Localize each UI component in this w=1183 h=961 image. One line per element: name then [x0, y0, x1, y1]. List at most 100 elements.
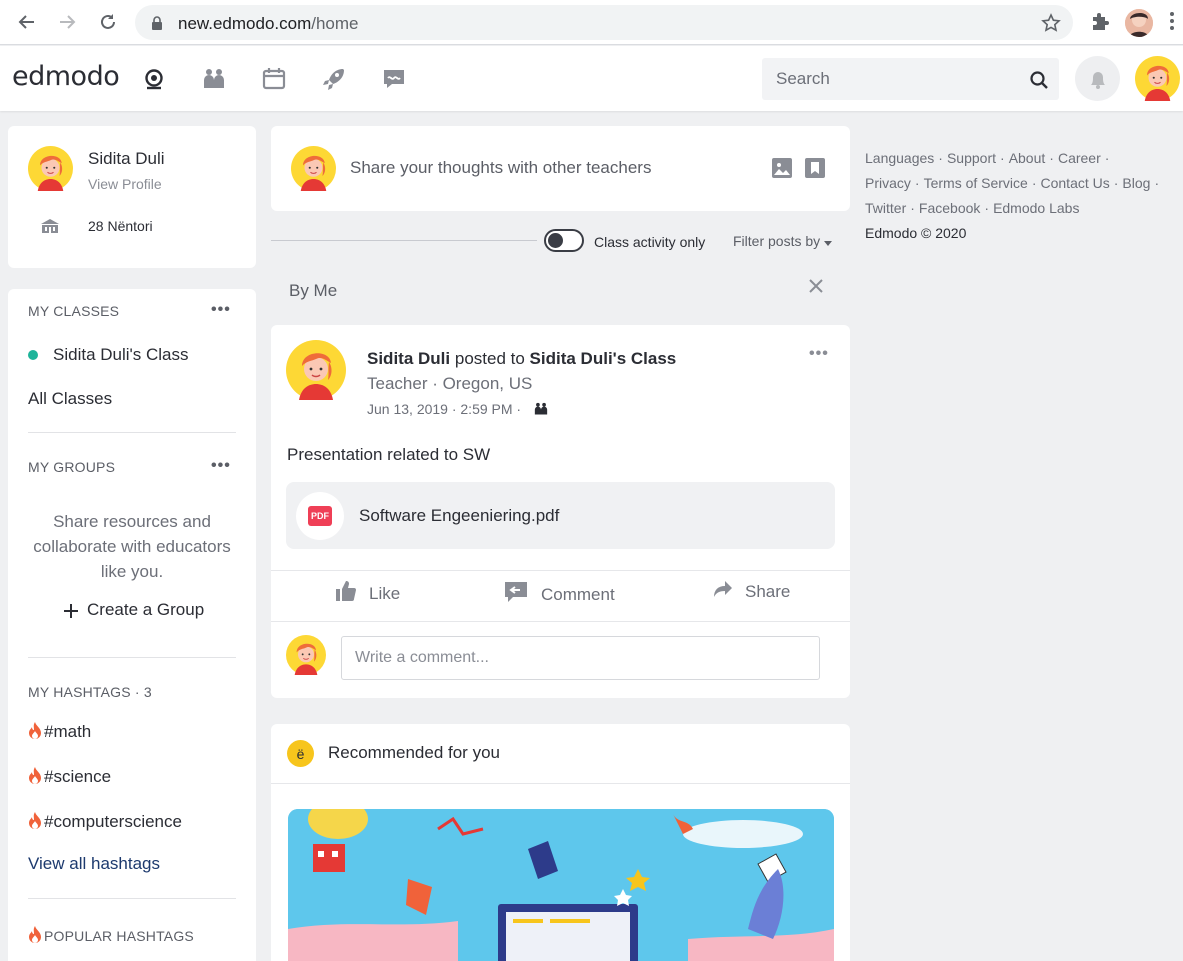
share-button[interactable]: Share	[713, 580, 790, 603]
hashtag-count: 3	[143, 684, 152, 700]
recommended-card: ë Recommended for you	[271, 724, 850, 961]
edmodo-e-icon: ë	[287, 740, 314, 767]
footer-link-about[interactable]: About	[1009, 150, 1046, 166]
class-audience-icon	[533, 401, 549, 420]
post-author[interactable]: Sidita Duli	[367, 349, 450, 368]
create-group-button[interactable]: Create a Group	[87, 600, 204, 620]
toggle-knob	[548, 233, 563, 248]
footer-link-career[interactable]: Career	[1058, 150, 1101, 166]
footer-link-blog[interactable]: Blog	[1122, 175, 1150, 191]
composer-placeholder[interactable]: Share your thoughts with other teachers	[350, 158, 651, 178]
fire-icon	[28, 721, 42, 744]
footer-link-contact[interactable]: Contact Us	[1041, 175, 1110, 191]
commenter-avatar	[286, 635, 326, 680]
address-bar[interactable]: new.edmodo.com/home	[135, 5, 1073, 40]
home-icon[interactable]	[141, 66, 167, 92]
footer-link-terms[interactable]: Terms of Service	[924, 175, 1028, 191]
search-input[interactable]: Search	[762, 58, 1059, 100]
bookmark-icon[interactable]	[805, 158, 825, 183]
thumbs-up-icon	[335, 580, 357, 607]
caret-down-icon	[824, 233, 833, 249]
forward-icon[interactable]	[55, 10, 79, 34]
divider	[271, 621, 850, 622]
pdf-icon: PDF	[296, 492, 344, 540]
post-more-icon[interactable]: •••	[809, 345, 829, 363]
post-body: Presentation related to SW	[287, 445, 491, 464]
close-icon[interactable]	[808, 278, 824, 299]
school-name[interactable]: 28 Nëntori	[88, 218, 153, 234]
classes-icon[interactable]	[201, 66, 227, 92]
divider	[28, 657, 236, 658]
all-classes-link[interactable]: All Classes	[28, 389, 112, 409]
post-composer[interactable]: Share your thoughts with other teachers	[271, 126, 850, 211]
reload-icon[interactable]	[96, 10, 120, 34]
divider	[271, 570, 850, 571]
profile-name[interactable]: Sidita Duli	[88, 149, 165, 169]
browser-profile-avatar[interactable]	[1125, 9, 1153, 37]
comment-button[interactable]: Comment	[503, 580, 615, 609]
view-profile-link[interactable]: View Profile	[88, 176, 162, 192]
my-classes-more-icon[interactable]: •••	[211, 301, 231, 319]
post-author-avatar[interactable]	[286, 340, 346, 405]
active-filter-label: By Me	[289, 281, 338, 300]
fire-icon	[28, 925, 42, 946]
school-icon	[40, 218, 60, 239]
copyright-text: Edmodo © 2020	[865, 225, 967, 241]
view-all-hashtags-link[interactable]: View all hashtags	[28, 854, 160, 874]
footer-links: Languages · Support · About · Career · Privacy ·…	[865, 150, 1160, 241]
fire-icon	[28, 811, 42, 834]
footer-link-privacy[interactable]: Privacy	[865, 175, 911, 191]
image-icon[interactable]	[772, 158, 792, 183]
filter-posts-dropdown[interactable]: Filter posts by	[733, 233, 833, 249]
app-header: edmodo Search	[0, 46, 1183, 111]
url-text: new.edmodo.com/home	[178, 14, 359, 33]
attachment-card[interactable]: PDF Software Engeeniering.pdf	[286, 482, 835, 549]
my-groups-heading: MY GROUPS	[28, 459, 116, 475]
bookmark-star-icon[interactable]	[1041, 13, 1061, 38]
footer-link-facebook[interactable]: Facebook	[919, 200, 980, 216]
calendar-icon[interactable]	[261, 66, 287, 92]
recommended-title: Recommended for you	[328, 743, 500, 762]
back-icon[interactable]	[15, 10, 39, 34]
extensions-puzzle-icon[interactable]	[1089, 11, 1111, 38]
header-user-avatar[interactable]	[1135, 56, 1180, 101]
divider	[28, 898, 236, 899]
plus-icon[interactable]	[64, 604, 78, 623]
post-author-role: Teacher · Oregon, US	[367, 374, 533, 393]
recommended-illustration[interactable]	[288, 809, 834, 961]
divider	[271, 783, 850, 784]
sidebar-item-class[interactable]: Sidita Duli's Class	[53, 345, 189, 365]
footer-link-twitter[interactable]: Twitter	[865, 200, 906, 216]
class-activity-toggle[interactable]	[544, 229, 584, 252]
footer-link-languages[interactable]: Languages	[865, 150, 934, 166]
attachment-filename[interactable]: Software Engeeniering.pdf	[359, 506, 559, 526]
sidebar-card: MY CLASSES ••• Sidita Duli's Class All C…	[8, 289, 256, 961]
class-activity-label: Class activity only	[594, 234, 706, 250]
notifications-bell-icon[interactable]	[1075, 56, 1120, 101]
groups-description: Share resources and collaborate with edu…	[33, 512, 231, 581]
messages-icon[interactable]	[381, 66, 407, 92]
popular-hashtags-heading: POPULAR HASHTAGS	[28, 925, 194, 946]
feed-filter-bar: Class activity only Filter posts by	[271, 226, 850, 256]
my-groups-more-icon[interactable]: •••	[211, 457, 231, 475]
class-color-dot	[28, 350, 38, 360]
edmodo-logo[interactable]: edmodo	[12, 61, 120, 92]
share-arrow-icon	[713, 580, 733, 603]
divider	[28, 432, 236, 433]
post-card: Sidita Duli posted to Sidita Duli's Clas…	[271, 325, 850, 698]
like-button[interactable]: Like	[335, 580, 400, 607]
discover-rocket-icon[interactable]	[321, 66, 347, 92]
hashtag-item[interactable]: #computerscience	[28, 811, 182, 834]
comment-input[interactable]: Write a comment...	[341, 636, 820, 680]
composer-avatar	[291, 146, 336, 196]
browser-toolbar: new.edmodo.com/home	[0, 0, 1183, 45]
hashtag-item[interactable]: #science	[28, 766, 111, 789]
footer-link-support[interactable]: Support	[947, 150, 996, 166]
footer-link-labs[interactable]: Edmodo Labs	[993, 200, 1079, 216]
post-timestamp: Jun 13, 2019 · 2:59 PM ·	[367, 401, 549, 420]
profile-avatar[interactable]	[28, 146, 73, 196]
post-target-class[interactable]: Sidita Duli's Class	[530, 349, 677, 368]
browser-menu-icon[interactable]	[1170, 12, 1174, 35]
search-icon[interactable]	[1029, 70, 1049, 95]
hashtag-item[interactable]: #math	[28, 721, 91, 744]
